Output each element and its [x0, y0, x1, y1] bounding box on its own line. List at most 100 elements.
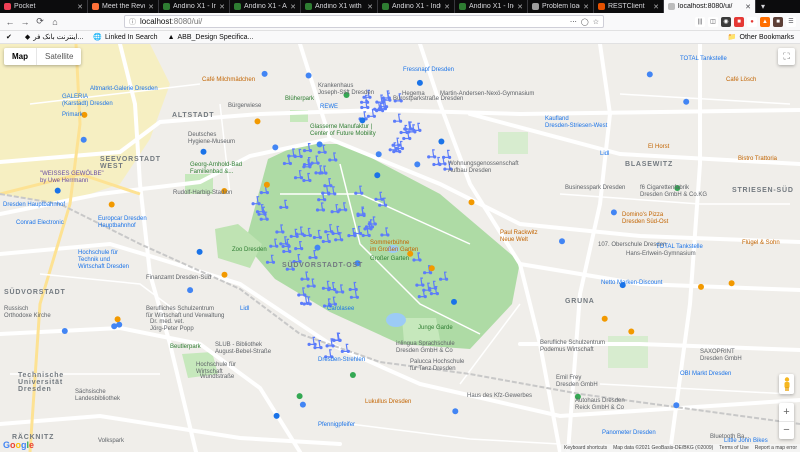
map-place-label[interactable]: Lidl	[240, 306, 249, 313]
map-place-label[interactable]: Emil Frey Dresden GmbH	[556, 375, 598, 389]
bookmark-item[interactable]: ✔	[6, 33, 15, 41]
browser-tab[interactable]: RESTClient ✕	[594, 0, 664, 13]
map-place-label[interactable]: Technische Universität Dresden	[18, 372, 64, 393]
poi-pin-icon[interactable]	[187, 287, 194, 294]
poi-pin-icon[interactable]	[114, 316, 121, 323]
url-bar[interactable]: ⓘ localhost:8080/ui/ ⋯ ◯ ☆	[124, 15, 604, 28]
poi-pin-icon[interactable]	[299, 401, 306, 408]
street-view-pegman[interactable]	[779, 374, 794, 394]
bookmark-item[interactable]: ▲ ABB_Design Specifica...	[168, 34, 254, 41]
map-place-label[interactable]: Berufliche Schulzentrum Podemus Wirtscha…	[540, 340, 605, 354]
browser-tab[interactable]: localhost:8080/ui/ ✕	[664, 0, 756, 13]
poi-pin-icon[interactable]	[451, 298, 457, 305]
map-place-label[interactable]: SEEVORSTADT WEST	[100, 156, 161, 170]
map-place-label[interactable]: SÜDVORSTADT-OST	[282, 262, 363, 269]
map-place-label[interactable]: f6 Cigarettenfabrik Dresden GmbH & Co.KG	[640, 185, 707, 199]
map-place-label[interactable]: Café Milchmädchen	[202, 77, 255, 84]
fullscreen-button[interactable]: ⛶	[778, 48, 795, 65]
browser-tab[interactable]: Andino X1 - Indus✕	[378, 0, 455, 13]
home-button[interactable]: ⌂	[49, 16, 61, 28]
poi-pin-icon[interactable]	[452, 408, 459, 415]
browser-tab[interactable]: Andino X1 with Ra✕	[301, 0, 378, 13]
bookmark-item[interactable]: 🌐 Linked In Search	[93, 33, 157, 42]
zoom-out-button[interactable]: −	[779, 422, 794, 440]
poi-pin-icon[interactable]	[273, 412, 280, 419]
poi-pin-icon[interactable]	[349, 372, 356, 378]
poi-pin-icon[interactable]	[221, 271, 228, 278]
map-view[interactable]: Altmarkt-Galerie Dresden GALERIA (Karstad…	[0, 44, 800, 452]
scooter-marker-icon[interactable]	[432, 156, 442, 167]
map-place-label[interactable]: Dresden-Strehlen	[318, 357, 365, 364]
bookmark-item[interactable]: ◆ اینترنت بانک فر...	[25, 33, 83, 41]
map-place-label[interactable]: Kaufland Dresden-Striesen-West	[545, 116, 607, 130]
map-place-label[interactable]: Sommerbühne im Großen Garten	[370, 240, 418, 254]
map-place-label[interactable]: Russisch Orthodoxe Kirche	[4, 306, 51, 320]
poi-pin-icon[interactable]	[80, 136, 87, 143]
back-button[interactable]: ←	[4, 16, 16, 28]
tab-close-icon[interactable]: ✕	[745, 3, 751, 11]
tab-close-icon[interactable]: ✕	[148, 3, 154, 11]
map-place-label[interactable]: Dr. med. vet. Jörg-Peter Popp	[150, 319, 194, 333]
map-place-label[interactable]: Bluetooth Ba...	[710, 434, 749, 441]
tab-close-icon[interactable]: ✕	[583, 3, 589, 11]
map-place-label[interactable]: STRIESEN-SÜD	[732, 187, 794, 194]
map-place-label[interactable]: Bürostparkstraße Dresden	[393, 96, 463, 103]
map-button[interactable]: Map	[4, 48, 36, 65]
map-place-label[interactable]: Fressnapf Dresden	[403, 67, 454, 74]
report-error-link[interactable]: Report a map error	[755, 445, 797, 451]
map-place-label[interactable]: REWE	[320, 104, 338, 111]
map-place-label[interactable]: Panometer Dresden	[602, 430, 656, 437]
map-place-label[interactable]: Businesspark Dresden	[565, 185, 625, 192]
terms-link[interactable]: Terms of Use	[719, 445, 748, 451]
scooter-marker-icon[interactable]	[427, 149, 437, 159]
tab-close-icon[interactable]: ✕	[367, 3, 373, 11]
map-place-label[interactable]: Conrad Electronic	[16, 220, 64, 227]
map-place-label[interactable]: Krankenhaus Joseph-Stift Dresden	[318, 83, 374, 97]
browser-tab[interactable]: Meet the Revolut✕	[88, 0, 159, 13]
map-place-label[interactable]: Lidl	[600, 151, 609, 158]
tab-close-icon[interactable]: ✕	[219, 3, 225, 11]
map-place-label[interactable]: Dresden Hauptbahnhof	[3, 202, 65, 209]
poi-pin-icon[interactable]	[263, 181, 270, 188]
map-place-label[interactable]: GALERIA (Karstadt) Dresden	[62, 94, 113, 108]
poi-pin-icon[interactable]	[673, 402, 680, 409]
poi-pin-icon[interactable]	[254, 118, 261, 125]
poi-pin-icon[interactable]	[601, 315, 608, 322]
tab-close-icon[interactable]: ✕	[290, 3, 296, 11]
library-icon[interactable]: |||	[695, 16, 705, 27]
extension-orange-icon[interactable]: ▲	[760, 16, 770, 27]
tab-list-icon[interactable]: ▾	[756, 0, 770, 13]
poi-pin-icon[interactable]	[314, 244, 321, 251]
map-place-label[interactable]: Großer Garten	[370, 256, 409, 263]
keyboard-shortcuts-link[interactable]: Keyboard shortcuts	[564, 445, 607, 451]
map-place-label[interactable]: OBI Markt Dresden	[680, 371, 731, 378]
browser-tab[interactable]: Andino X1 - Andi✕	[230, 0, 301, 13]
map-place-label[interactable]: Altmarkt-Galerie Dresden	[90, 86, 158, 93]
poi-pin-icon[interactable]	[108, 201, 115, 208]
google-logo[interactable]: Google	[3, 440, 34, 450]
scooter-marker-icon[interactable]	[381, 90, 391, 100]
page-actions-icon[interactable]: ⋯	[570, 18, 577, 26]
extension-brown-icon[interactable]: ■	[773, 16, 783, 27]
poi-pin-icon[interactable]	[698, 283, 704, 290]
poi-pin-icon[interactable]	[296, 393, 303, 400]
map-place-label[interactable]: Haus des Kfz-Gewerbes	[467, 393, 532, 400]
poi-pin-icon[interactable]	[438, 138, 445, 145]
map-place-label[interactable]: inlingua Sprachschule Dresden GmbH & Co	[396, 341, 455, 355]
map-place-label[interactable]: Volkspark	[98, 438, 124, 445]
map-place-label[interactable]: Paul Rackwitz Neue Welt	[500, 230, 538, 244]
tab-close-icon[interactable]: ✕	[517, 3, 523, 11]
map-place-label[interactable]: Bistro Trattoria	[738, 156, 777, 163]
browser-tab[interactable]: Andino X1 - Indus✕	[159, 0, 230, 13]
menu-icon[interactable]: ☰	[786, 16, 796, 27]
adblock-icon[interactable]: ■	[734, 16, 744, 27]
map-place-label[interactable]: SLUB - Bibliothek August-Bebel-Straße	[215, 342, 271, 356]
map-place-label[interactable]: TOTAL Tankstelle	[656, 244, 703, 251]
map-place-label[interactable]: GRUNA	[565, 298, 595, 305]
map-place-label[interactable]: Carolasee	[327, 306, 354, 313]
map-place-label[interactable]: SÜDVORSTADT	[4, 289, 66, 296]
map-place-label[interactable]: Pfennigpfeifer	[318, 422, 355, 429]
scooter-marker-icon[interactable]	[393, 113, 403, 123]
map-place-label[interactable]: Lukullus Dresden	[365, 399, 411, 406]
poi-pin-icon[interactable]	[116, 321, 123, 328]
